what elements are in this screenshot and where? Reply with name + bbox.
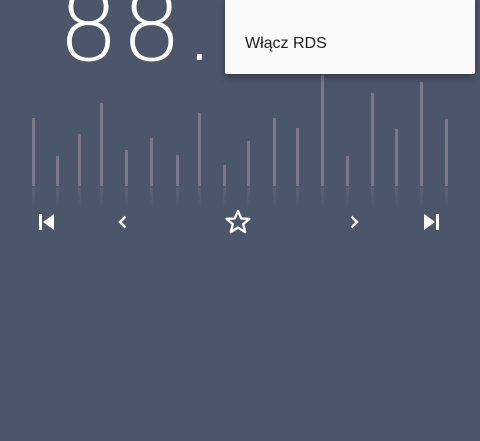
spectrum-bar (56, 156, 59, 186)
playback-controls (0, 205, 480, 239)
menu-item-enable-rds[interactable]: Włącz RDS (225, 24, 475, 64)
spectrum-bar (247, 141, 250, 186)
spectrum-bar (346, 156, 349, 186)
spectrum-bar (100, 103, 103, 186)
spectrum-bar (32, 118, 35, 186)
spectrum-bar (78, 134, 81, 186)
skip-next-icon (424, 214, 439, 230)
spectrum-bar (223, 165, 226, 186)
seek-back-button[interactable] (30, 205, 64, 239)
spectrum-bar (273, 118, 276, 186)
spectrum-bar (395, 129, 398, 186)
spectrum-bar (445, 119, 448, 186)
spectrum-bar (176, 155, 179, 186)
step-forward-button[interactable] (337, 205, 371, 239)
spectrum-bar (198, 113, 201, 186)
spectrum-bar (150, 138, 153, 186)
skip-previous-icon (39, 214, 54, 230)
spectrum-bar (420, 82, 423, 186)
overflow-menu: Włącz RDS (225, 0, 475, 74)
spectrum-bar (371, 93, 374, 186)
spectrum-bar (125, 150, 128, 186)
spectrum-bar (321, 75, 324, 186)
favorite-button[interactable] (221, 205, 255, 239)
seek-forward-button[interactable] (414, 205, 448, 239)
star-outline-icon (225, 209, 251, 234)
spectrum-bar (296, 128, 299, 186)
step-back-button[interactable] (106, 205, 140, 239)
chevron-left-icon (118, 215, 127, 229)
radio-screen: 88.1 Włącz RDS (0, 0, 480, 441)
chevron-right-icon (350, 215, 359, 229)
